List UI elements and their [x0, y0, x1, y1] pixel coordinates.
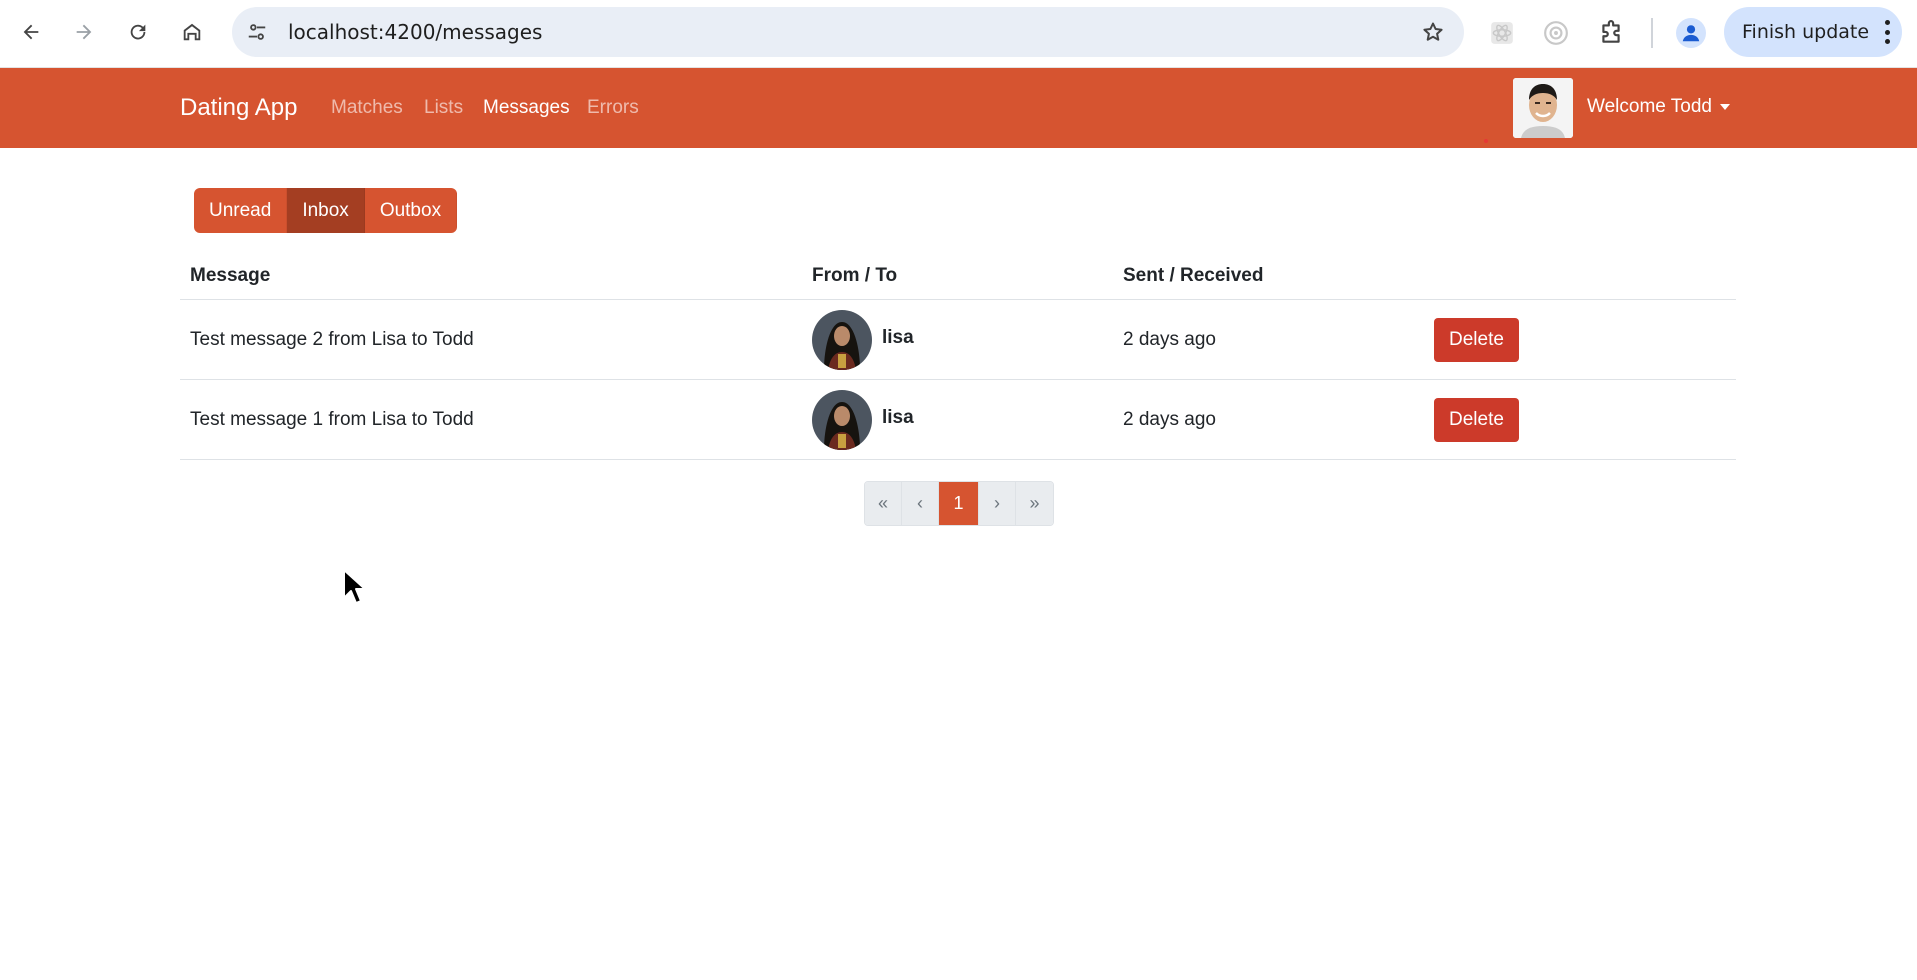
app-navbar: Dating App Matches Lists Messages Errors…	[0, 68, 1917, 148]
nav-link-errors[interactable]: Errors	[587, 68, 639, 148]
arrow-right-icon	[76, 24, 92, 40]
pagination: « ‹ 1 › »	[864, 481, 1054, 526]
sender-photo-icon	[812, 390, 872, 450]
finish-update-label: Finish update	[1742, 21, 1870, 43]
table-row[interactable]: Test message 2 from Lisa to Todd lisa 2 …	[180, 300, 1736, 380]
sender-photo-icon	[812, 310, 872, 370]
indicator-dot	[1484, 139, 1488, 143]
caret-down-icon	[1719, 103, 1730, 110]
user-photo-icon	[1513, 78, 1573, 138]
header-message: Message	[190, 265, 271, 286]
delete-button[interactable]: Delete	[1434, 318, 1519, 362]
message-content: Test message 1 from Lisa to Todd	[190, 409, 474, 430]
home-icon	[183, 23, 201, 41]
header-from-to: From / To	[812, 265, 898, 286]
message-container-tabs: Unread Inbox Outbox	[194, 188, 458, 233]
page-number-button[interactable]: 1	[939, 482, 979, 525]
address-bar[interactable]: localhost:4200/messages	[232, 7, 1464, 57]
table-header: Message From / To Sent / Received	[180, 256, 1736, 300]
bookmark-star-icon[interactable]	[1420, 19, 1446, 45]
sender-username: lisa	[882, 327, 914, 348]
reload-button[interactable]	[120, 14, 156, 50]
nav-link-lists[interactable]: Lists	[424, 68, 463, 148]
url-text[interactable]: localhost:4200/messages	[288, 7, 542, 57]
page-prev-button[interactable]: ‹	[902, 482, 939, 525]
message-time: 2 days ago	[1123, 409, 1216, 430]
browser-toolbar: localhost:4200/messages Finish update	[0, 0, 1917, 68]
message-user: lisa	[812, 380, 914, 460]
site-settings-icon[interactable]	[244, 19, 270, 45]
message-user: lisa	[812, 300, 914, 380]
profile-avatar-icon[interactable]	[1676, 18, 1706, 48]
extension-devtools-icon[interactable]	[1541, 18, 1571, 48]
message-content: Test message 2 from Lisa to Todd	[190, 329, 474, 350]
tab-unread[interactable]: Unread	[194, 188, 288, 233]
header-sent-received: Sent / Received	[1123, 265, 1264, 286]
extensions-puzzle-icon[interactable]	[1596, 18, 1626, 48]
reload-icon	[130, 24, 146, 40]
sender-avatar	[812, 310, 872, 370]
sender-avatar	[812, 390, 872, 450]
delete-button[interactable]: Delete	[1434, 398, 1519, 442]
tab-inbox[interactable]: Inbox	[287, 188, 365, 233]
nav-link-messages[interactable]: Messages	[483, 68, 570, 148]
user-avatar	[1513, 78, 1573, 138]
table-row[interactable]: Test message 1 from Lisa to Todd lisa 2 …	[180, 380, 1736, 460]
arrow-left-icon	[23, 24, 39, 40]
toolbar-divider	[1651, 18, 1653, 48]
mouse-cursor-icon	[343, 569, 366, 604]
tab-outbox[interactable]: Outbox	[364, 188, 458, 233]
back-button[interactable]	[13, 14, 49, 50]
home-button[interactable]	[174, 14, 210, 50]
brand-link[interactable]: Dating App	[180, 68, 297, 148]
finish-update-button[interactable]: Finish update	[1724, 7, 1902, 57]
welcome-text: Welcome Todd	[1587, 96, 1712, 117]
forward-button[interactable]	[66, 14, 102, 50]
page-first-button[interactable]: «	[865, 482, 902, 525]
user-dropdown-toggle[interactable]: Welcome Todd	[1587, 68, 1730, 148]
page-last-button[interactable]: »	[1016, 482, 1053, 525]
extension-react-icon[interactable]	[1487, 18, 1517, 48]
page-next-button[interactable]: ›	[979, 482, 1016, 525]
nav-link-matches[interactable]: Matches	[331, 68, 403, 148]
more-menu-icon	[1884, 20, 1890, 44]
sender-username: lisa	[882, 407, 914, 428]
messages-table: Message From / To Sent / Received Test m…	[180, 256, 1736, 460]
message-time: 2 days ago	[1123, 329, 1216, 350]
